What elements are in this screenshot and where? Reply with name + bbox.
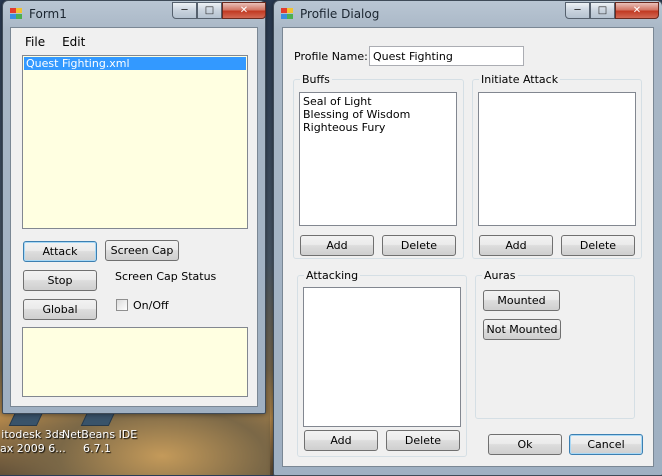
menu-edit[interactable]: Edit: [62, 35, 85, 49]
maximize-icon: □: [597, 5, 608, 16]
profile-dialog-client: Profile Name: Buffs Seal of Light Blessi…: [282, 27, 654, 467]
not-mounted-button[interactable]: Not Mounted: [483, 319, 561, 340]
close-button[interactable]: ✕: [615, 2, 659, 19]
desktop-icon-label-line: itodesk 3ds: [1, 428, 65, 441]
maximize-icon: □: [204, 5, 215, 16]
desktop-icon-label-3ds[interactable]: itodesk 3ds ax 2009 6...: [0, 428, 66, 456]
minimize-button[interactable]: ─: [172, 2, 197, 19]
close-icon: ✕: [632, 5, 642, 16]
profile-dialog-window: Profile Dialog ─ □ ✕ Profile Name: Buffs…: [273, 0, 662, 476]
form1-client: File Edit Quest Fighting.xml Attack Scre…: [10, 27, 258, 407]
initiate-attack-add-button[interactable]: Add: [479, 235, 553, 256]
maximize-button[interactable]: □: [197, 2, 222, 19]
close-button[interactable]: ✕: [222, 2, 266, 19]
global-button[interactable]: Global: [23, 299, 97, 320]
profile-dialog-titlebar[interactable]: Profile Dialog ─ □ ✕: [274, 1, 662, 27]
stop-button[interactable]: Stop: [23, 270, 97, 291]
attacking-delete-button[interactable]: Delete: [386, 430, 460, 451]
minimize-icon: ─: [181, 5, 188, 16]
close-icon: ✕: [239, 5, 249, 16]
auras-group-title: Auras: [482, 269, 518, 282]
menu-file[interactable]: File: [25, 35, 45, 49]
desktop-icon-label-line: NetBeans IDE: [62, 428, 138, 441]
onoff-checkbox[interactable]: [116, 299, 128, 311]
attack-button[interactable]: Attack: [23, 241, 97, 262]
app-icon: [10, 8, 23, 20]
list-item[interactable]: Righteous Fury: [303, 121, 453, 134]
desktop-icon-label-netbeans[interactable]: NetBeans IDE 6.7.1: [62, 428, 138, 456]
window-title: Form1: [29, 7, 67, 21]
menu-bar: File Edit: [25, 35, 102, 49]
attacking-add-button[interactable]: Add: [304, 430, 378, 451]
caption-buttons: ─ □ ✕: [565, 2, 659, 20]
status-output-box[interactable]: [22, 327, 248, 397]
maximize-button[interactable]: □: [590, 2, 615, 19]
minimize-icon: ─: [574, 5, 581, 16]
attacking-listbox[interactable]: [303, 287, 461, 427]
profile-name-input[interactable]: [369, 46, 524, 66]
buffs-delete-button[interactable]: Delete: [382, 235, 456, 256]
buffs-listbox[interactable]: Seal of Light Blessing of Wisdom Righteo…: [299, 92, 457, 226]
form1-window: Form1 ─ □ ✕ File Edit Quest Fighting.xml…: [2, 0, 266, 414]
initiate-attack-delete-button[interactable]: Delete: [561, 235, 635, 256]
attacking-group-title: Attacking: [304, 269, 361, 282]
initiate-attack-listbox[interactable]: [478, 92, 636, 226]
desktop-icon-label-line: 6.7.1: [83, 442, 111, 455]
initiate-attack-group-title: Initiate Attack: [479, 73, 561, 86]
buffs-group-title: Buffs: [300, 73, 332, 86]
screen-cap-button[interactable]: Screen Cap: [105, 240, 179, 261]
list-item[interactable]: Quest Fighting.xml: [24, 57, 246, 70]
cancel-button[interactable]: Cancel: [569, 434, 643, 455]
form1-titlebar[interactable]: Form1 ─ □ ✕: [3, 1, 266, 27]
screen-cap-status-label: Screen Cap Status: [115, 270, 217, 283]
profile-listbox[interactable]: Quest Fighting.xml: [22, 55, 248, 229]
app-icon: [281, 8, 294, 20]
minimize-button[interactable]: ─: [565, 2, 590, 19]
profile-name-label: Profile Name:: [294, 50, 368, 63]
desktop-icon-label-line: ax 2009 6...: [0, 442, 66, 455]
ok-button[interactable]: Ok: [488, 434, 562, 455]
list-item[interactable]: Blessing of Wisdom: [303, 108, 453, 121]
buffs-add-button[interactable]: Add: [300, 235, 374, 256]
onoff-label: On/Off: [133, 299, 169, 312]
list-item[interactable]: Seal of Light: [303, 95, 453, 108]
mounted-button[interactable]: Mounted: [483, 290, 560, 311]
caption-buttons: ─ □ ✕: [172, 2, 266, 20]
window-title: Profile Dialog: [300, 7, 380, 21]
